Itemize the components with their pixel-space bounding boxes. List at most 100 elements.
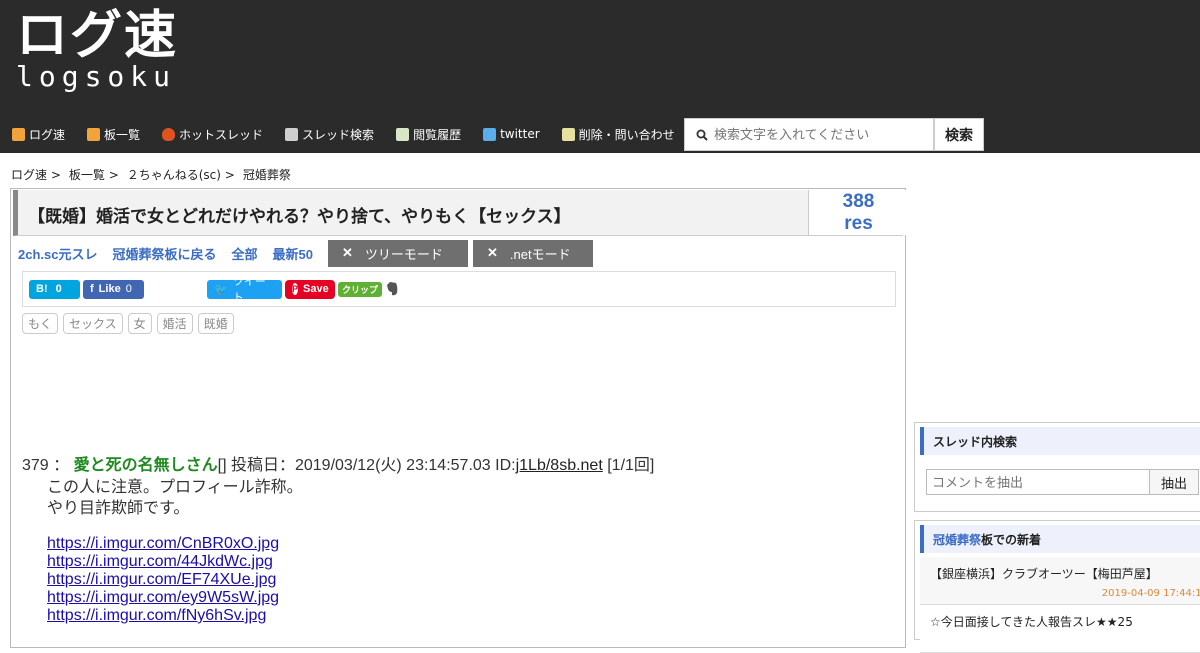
tweet-label: ツイート — [232, 276, 266, 304]
post-date: 投稿日：2019/03/12(火) 23:14:57.03 ID: — [230, 457, 516, 474]
history-icon — [396, 127, 410, 141]
tag-item[interactable]: 婚活 — [156, 313, 193, 334]
net-mode-label: .netモード — [509, 246, 571, 262]
tag-item[interactable]: 女 — [127, 313, 152, 334]
poster-id-link[interactable]: j1Lb/8sb.net — [516, 457, 603, 474]
image-link[interactable]: https://i.imgur.com/fNy6hSv.jpg — [47, 607, 892, 625]
nav-item-hot-threads[interactable]: ホットスレッド — [162, 119, 263, 149]
image-link[interactable]: https://i.imgur.com/CnBR0xO.jpg — [47, 535, 892, 553]
nav-item-board-list[interactable]: 板一覧 — [87, 119, 140, 149]
close-icon: ✕ — [486, 245, 498, 260]
facebook-like-label: Like — [98, 283, 121, 295]
hatena-count: 0 — [55, 283, 62, 295]
image-link[interactable]: https://i.imgur.com/ey9W5sW.jpg — [47, 589, 892, 607]
post-header: 379 ： 愛と死の名無しさん[] 投稿日：2019/03/12(火) 23:1… — [22, 455, 892, 477]
res-count-number: 388 — [842, 191, 875, 212]
tree-mode-button[interactable]: ✕ ツリーモード — [327, 239, 468, 267]
nav-label: スレッド検索 — [302, 127, 375, 142]
back-to-board-link[interactable]: 冠婚葬祭板に戻る — [112, 244, 216, 263]
close-icon: ✕ — [341, 245, 353, 260]
thread-search-icon — [285, 127, 299, 141]
tag-list: もく セックス 女 婚活 既婚 — [22, 313, 239, 334]
logo-japanese: ログ速 — [16, 6, 179, 66]
new-threads-heading: 冠婚葬祭 板での新着 — [920, 525, 1200, 553]
pinterest-save-button[interactable]: P Save — [285, 279, 335, 299]
pinterest-icon: P — [292, 283, 299, 295]
twitter-icon — [483, 127, 497, 141]
tree-mode-label: ツリーモード — [364, 246, 443, 262]
nav-item-thread-search[interactable]: スレッド検索 — [285, 119, 374, 149]
new-thread-item[interactable]: ☆今日面接してきた人報告スレ★★25 — [920, 605, 1200, 653]
board-name[interactable]: 冠婚葬祭 — [933, 531, 981, 548]
breadcrumb-item-home[interactable]: ログ速 > — [11, 166, 61, 183]
thread-panel: 【既婚】婚活で女とどれだけやれる？やり捨て、やりもく【セックス】 388 res… — [10, 188, 908, 648]
nav-item-home[interactable]: ログ速 — [12, 119, 65, 149]
source-thread-link[interactable]: 2ch.sc元スレ — [18, 244, 97, 263]
evernote-icon[interactable] — [384, 281, 400, 297]
latest-50-link[interactable]: 最新50 — [273, 244, 313, 263]
logo-english: logsoku — [16, 60, 177, 93]
post-379: 379 ： 愛と死の名無しさん[] 投稿日：2019/03/12(火) 23:1… — [22, 455, 892, 625]
site-search-button[interactable]: 検索 — [934, 118, 984, 151]
board-list-icon — [87, 127, 101, 141]
post-line: この人に注意。プロフィール詐称。 — [47, 479, 303, 496]
hatena-bookmark-button[interactable]: B! 0 — [29, 279, 80, 299]
new-thread-title: ☆今日面接してきた人報告スレ★★25 — [930, 615, 1133, 629]
facebook-icon: f — [90, 283, 94, 295]
tweet-button[interactable]: 🐦 ツイート — [207, 276, 282, 304]
breadcrumb-item-board[interactable]: 冠婚葬祭 — [243, 166, 291, 183]
breadcrumb: ログ速 > 板一覧 > ２ちゃんねる(sc) > 冠婚葬祭 — [11, 166, 299, 183]
site-search-input[interactable] — [714, 120, 924, 149]
post-separator: ： — [53, 457, 70, 474]
thread-title-bar: 【既婚】婚活で女とどれだけやれる？やり捨て、やりもく【セックス】 388 res — [13, 190, 908, 236]
nav-label: 板一覧 — [104, 127, 141, 142]
show-all-link[interactable]: 全部 — [232, 244, 258, 263]
tag-item[interactable]: セックス — [63, 313, 123, 334]
new-thread-item[interactable]: 【銀座横浜】クラブオーツー【梅田芦屋】 2019-04-09 17:44:13 — [920, 557, 1200, 605]
nav-label: 閲覧履歴 — [413, 127, 462, 142]
poster-mail: [] — [217, 457, 227, 474]
res-count: 388 res — [808, 190, 908, 235]
site-logo[interactable]: ログ速 logsoku — [16, 8, 178, 92]
share-bar: B! 0 f Like 0 🐦 ツイート P Save クリップ — [22, 271, 896, 307]
new-thread-title: 【銀座横浜】クラブオーツー【梅田芦屋】 — [930, 567, 1158, 581]
net-mode-button[interactable]: ✕ .netモード — [472, 239, 593, 267]
tag-item[interactable]: もく — [22, 313, 59, 334]
tag-item[interactable]: 既婚 — [197, 313, 234, 334]
site-search-box — [684, 118, 934, 151]
pinterest-save-label: Save — [303, 283, 329, 295]
comment-filter-button[interactable]: 抽出 — [1149, 469, 1199, 495]
thread-title: 【既婚】婚活で女とどれだけやれる？やり捨て、やりもく【セックス】 — [28, 207, 571, 226]
nav-item-contact[interactable]: 削除・問い合わせ — [561, 119, 675, 149]
main-nav: ログ速 板一覧 ホットスレッド スレッド検索 閲覧履歴 twitter 削除・問… — [0, 118, 685, 150]
site-header: ログ速 logsoku ログ速 板一覧 ホットスレッド スレッド検索 閲覧履歴 … — [0, 0, 1200, 153]
post-number[interactable]: 379 — [22, 457, 49, 474]
comment-filter-box — [926, 469, 1150, 495]
thread-search-panel: スレッド内検索 抽出 — [914, 422, 1200, 512]
facebook-like-count: 0 — [125, 283, 132, 295]
image-link[interactable]: https://i.imgur.com/EF74XUe.jpg — [47, 571, 892, 589]
post-count: [1/1回] — [607, 457, 655, 474]
res-count-label: res — [844, 213, 873, 234]
thread-links: 2ch.sc元スレ 冠婚葬祭板に戻る 全部 最新50 ✕ ツリーモード ✕ .n… — [18, 239, 598, 267]
nav-label: ホットスレッド — [179, 127, 264, 142]
hatena-icon: B! — [36, 283, 48, 295]
breadcrumb-item-site[interactable]: ２ちゃんねる(sc) > — [127, 166, 235, 183]
nav-item-history[interactable]: 閲覧履歴 — [396, 119, 461, 149]
comment-filter-input[interactable] — [932, 474, 1147, 490]
thread-search-heading: スレッド内検索 — [920, 427, 1200, 455]
image-link[interactable]: https://i.imgur.com/44JkdWc.jpg — [47, 553, 892, 571]
nav-label: ログ速 — [29, 127, 66, 142]
facebook-like-button[interactable]: f Like 0 — [83, 279, 144, 299]
search-icon — [696, 129, 708, 141]
home-icon — [12, 127, 25, 141]
post-line: やり目詐欺師です。 — [47, 500, 190, 517]
clip-button[interactable]: クリップ — [338, 281, 383, 297]
poster-name: 愛と死の名無しさん — [73, 457, 218, 474]
new-threads-suffix: 板での新着 — [981, 532, 1042, 547]
nav-label: 削除・問い合わせ — [578, 127, 675, 142]
nav-item-twitter[interactable]: twitter — [483, 119, 540, 149]
breadcrumb-item-board-list[interactable]: 板一覧 > — [69, 166, 119, 183]
fire-icon — [162, 127, 176, 141]
